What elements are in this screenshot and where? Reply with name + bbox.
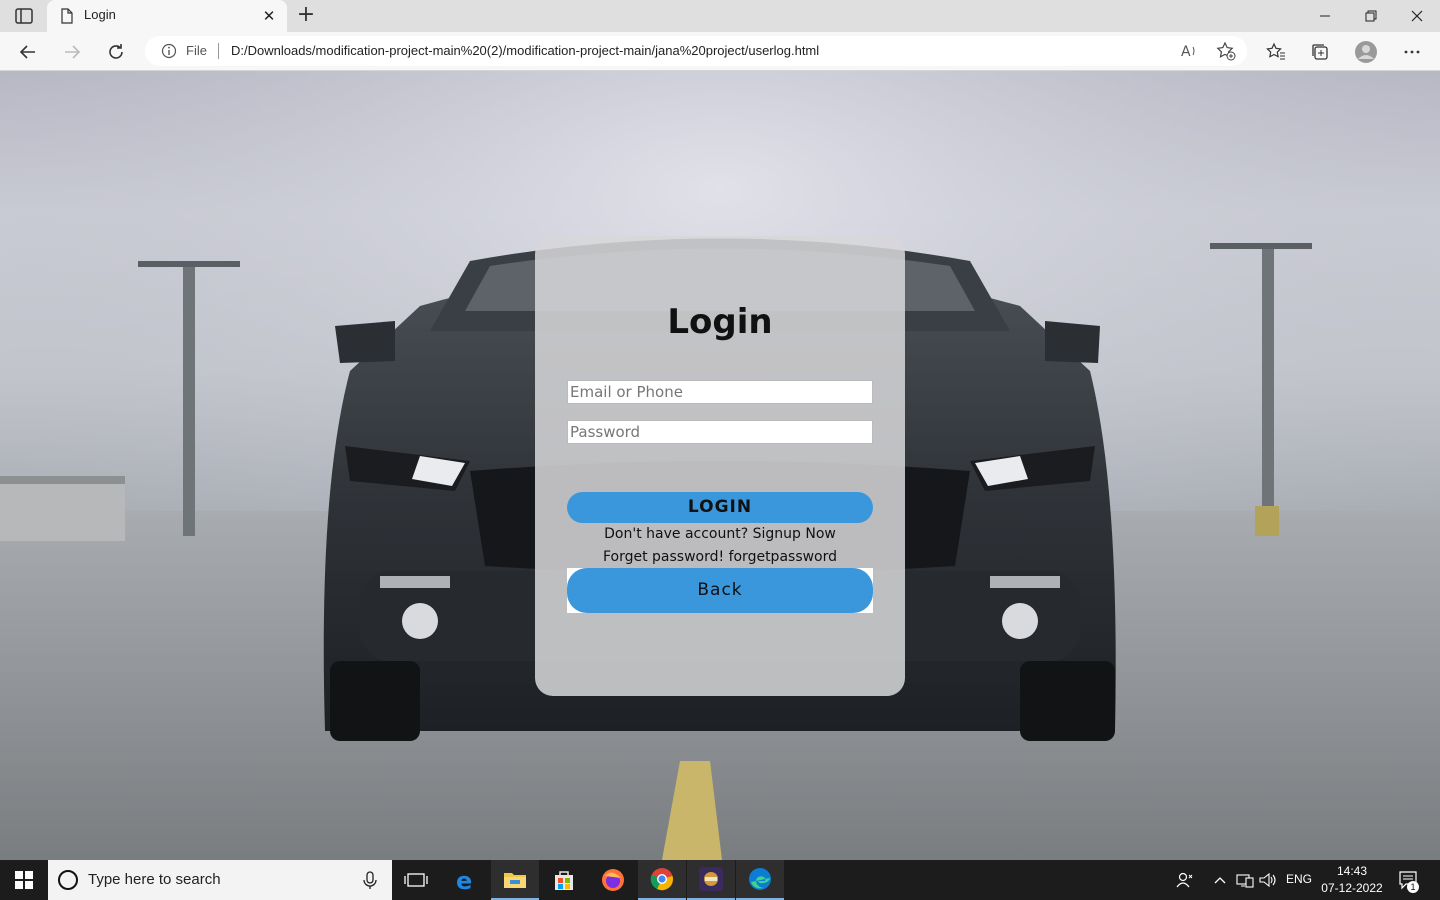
notification-badge: 1 [1407, 881, 1419, 893]
network-icon[interactable] [1235, 870, 1255, 890]
read-aloud-icon[interactable]: A [1178, 40, 1200, 62]
people-icon[interactable] [1175, 870, 1195, 890]
forward-arrow-icon[interactable] [58, 38, 86, 66]
forgot-password-link[interactable]: forgetpassword [729, 549, 837, 565]
firefox-icon[interactable] [589, 860, 637, 900]
login-title: Login [667, 302, 773, 342]
favorites-icon[interactable] [1262, 38, 1290, 66]
refresh-icon[interactable] [102, 38, 130, 66]
file-explorer-icon[interactable] [491, 860, 539, 900]
profile-avatar-icon[interactable] [1352, 38, 1380, 66]
tab-title: Login [84, 7, 116, 22]
forgot-prompt: Forget password! [602, 549, 725, 565]
language-indicator[interactable]: ENG [1284, 872, 1314, 886]
password-input[interactable] [567, 420, 873, 444]
forgot-password-line: Forget password! forgetpassword [535, 549, 905, 565]
address-separator [218, 43, 219, 59]
minimize-icon[interactable] [1302, 0, 1348, 32]
signup-prompt: Don't have account? [604, 526, 749, 542]
browser-toolbar: File D:/Downloads/modification-project-m… [0, 32, 1440, 71]
tab-close-icon[interactable]: ✕ [259, 6, 279, 26]
tab-actions-icon[interactable] [12, 7, 36, 25]
browser-tab[interactable]: Login ✕ [47, 0, 287, 32]
signup-link[interactable]: Signup Now [753, 526, 836, 542]
game-app-icon[interactable] [687, 860, 735, 900]
microphone-icon[interactable] [360, 870, 380, 890]
more-menu-icon[interactable] [1398, 38, 1426, 66]
browser-tab-bar: Login ✕ + [0, 0, 1440, 32]
volume-icon[interactable] [1258, 870, 1278, 890]
chevron-up-icon[interactable] [1210, 870, 1230, 890]
restore-icon[interactable] [1348, 0, 1394, 32]
new-tab-icon[interactable]: + [294, 4, 318, 28]
edge-icon[interactable] [736, 860, 784, 900]
clock-date[interactable]: 07-12-2022 [1318, 881, 1386, 895]
cortana-icon [58, 870, 78, 890]
address-bar[interactable]: File D:/Downloads/modification-project-m… [145, 36, 1247, 66]
page-icon [59, 8, 75, 24]
microsoft-store-icon[interactable] [540, 860, 588, 900]
back-button[interactable]: Back [567, 568, 873, 613]
windows-taskbar: Type here to search e ENG 14:43 07-12-20… [0, 860, 1440, 900]
task-view-icon[interactable] [392, 860, 440, 900]
windows-start-icon[interactable] [0, 860, 48, 900]
url-text[interactable]: D:/Downloads/modification-project-main%2… [231, 43, 819, 58]
chrome-icon[interactable] [638, 860, 686, 900]
svg-text:A: A [1181, 44, 1191, 60]
back-arrow-icon[interactable] [14, 38, 42, 66]
login-card: Login LOGIN Don't have account? Signup N… [535, 236, 905, 696]
taskbar-search-box[interactable]: Type here to search [48, 860, 392, 900]
email-phone-input[interactable] [567, 380, 873, 404]
add-favorite-icon[interactable] [1215, 40, 1237, 62]
signup-line: Don't have account? Signup Now [535, 526, 905, 542]
page-viewport: Login LOGIN Don't have account? Signup N… [0, 71, 1440, 860]
collections-icon[interactable] [1306, 38, 1334, 66]
back-button-container: Back [567, 568, 873, 613]
search-placeholder: Type here to search [88, 871, 221, 888]
login-button[interactable]: LOGIN [567, 492, 873, 523]
svg-text:e: e [456, 868, 472, 892]
edge-legacy-icon[interactable]: e [442, 860, 490, 900]
clock-time[interactable]: 14:43 [1318, 864, 1386, 878]
close-window-icon[interactable] [1394, 0, 1440, 32]
info-icon[interactable] [161, 43, 177, 59]
address-scheme-label: File [186, 43, 207, 58]
